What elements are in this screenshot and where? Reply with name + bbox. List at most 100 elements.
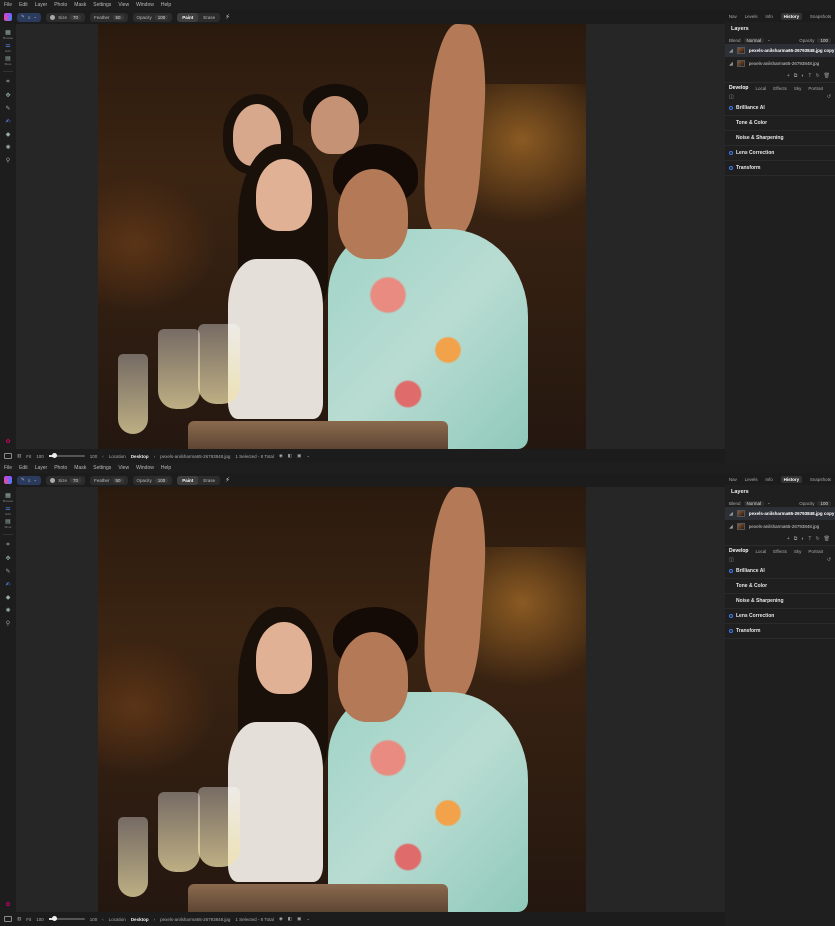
delete-layer-icon[interactable]: 🗑 — [824, 73, 830, 79]
layer-opacity-value[interactable]: 100 — [817, 37, 831, 43]
mask-brush-icon[interactable]: ✍ — [4, 580, 13, 589]
tab-develop[interactable]: Develop — [729, 548, 748, 554]
layer-visibility-icon[interactable]: ◢ — [729, 524, 733, 530]
brush-tool-button[interactable]: ✎ ≡ ⌄ — [17, 12, 42, 22]
feather-value[interactable]: 50 — [112, 14, 124, 20]
location-back-icon[interactable]: ‹ — [102, 454, 104, 459]
filmstrip-icon[interactable]: ▥ — [17, 453, 21, 459]
zoom-icon[interactable]: ⚲ — [4, 619, 13, 628]
blend-mode-select[interactable]: Normal — [743, 500, 765, 506]
menu-edit[interactable]: Edit — [19, 2, 28, 8]
section-tone-color[interactable]: Tone & Color — [725, 116, 835, 131]
section-brilliance-ai[interactable]: Brilliance AI — [725, 564, 835, 579]
rail-browse[interactable]: ▦ Browse — [3, 30, 13, 40]
menu-photo[interactable]: Photo — [54, 2, 67, 8]
tab-develop[interactable]: Develop — [729, 85, 748, 91]
eye-icon[interactable]: ◉ — [279, 916, 283, 922]
section-transform[interactable]: Transform — [725, 161, 835, 176]
rail-more[interactable]: ▤ More — [4, 56, 13, 66]
paint-button[interactable]: Paint — [177, 12, 199, 22]
feather-control[interactable]: Feather 50 — [89, 12, 128, 22]
feather-control[interactable]: Feather 50 — [89, 475, 128, 485]
menu-photo[interactable]: Photo — [54, 465, 67, 471]
menu-layer[interactable]: Layer — [35, 465, 48, 471]
tab-portrait[interactable]: Portrait — [808, 549, 823, 554]
tab-local[interactable]: Local — [755, 549, 766, 554]
layer-item[interactable]: ◢ pexels-anilsharma65-26793848.jpg copy — [725, 44, 835, 57]
zoom-slider[interactable] — [48, 453, 85, 458]
ai-assistant-icon[interactable]: ✿ — [5, 438, 10, 445]
compare-toggle-icon[interactable]: ◫ — [729, 557, 734, 563]
erase-button[interactable]: Erase — [198, 478, 220, 483]
section-lens-correction[interactable]: Lens Correction — [725, 146, 835, 161]
magic-wand-icon[interactable]: ⚡ — [225, 476, 230, 484]
reset-icon[interactable]: ↺ — [827, 557, 831, 563]
tab-levels[interactable]: Levels — [745, 477, 758, 482]
rail-edit[interactable]: ⚌ Edit — [4, 43, 13, 53]
opacity-control[interactable]: Opacity 100 — [132, 475, 173, 485]
fit-value[interactable]: 100 — [36, 917, 44, 922]
layer-visibility-icon[interactable]: ◢ — [729, 48, 733, 54]
tab-sky[interactable]: Sky — [794, 549, 802, 554]
tab-nav[interactable]: Nav — [729, 14, 737, 19]
add-layer-icon[interactable]: + — [787, 536, 790, 542]
layer-visibility-icon[interactable]: ◢ — [729, 511, 733, 517]
menu-edit[interactable]: Edit — [19, 465, 28, 471]
menu-settings[interactable]: Settings — [93, 2, 111, 8]
photo-canvas[interactable] — [98, 487, 586, 912]
tab-levels[interactable]: Levels — [745, 14, 758, 19]
paint-erase-toggle[interactable]: Paint Erase — [177, 475, 221, 485]
compare-toggle-icon[interactable]: ◫ — [729, 94, 734, 100]
panel-toggle-icon[interactable] — [4, 453, 12, 459]
magic-wand-icon[interactable]: ⚡ — [225, 13, 230, 21]
clone-icon[interactable]: ✺ — [4, 143, 13, 152]
eye-icon[interactable]: ◉ — [279, 453, 283, 459]
eraser-icon[interactable]: ◆ — [4, 593, 13, 602]
compare-icon[interactable]: ◧ — [288, 453, 292, 459]
brush-tool-icon[interactable]: ✎ — [4, 567, 13, 576]
size-control[interactable]: Size 70 — [46, 475, 85, 485]
view-mode-icon[interactable]: ▣ — [297, 453, 301, 459]
menu-mask[interactable]: Mask — [74, 2, 86, 8]
opacity-control[interactable]: Opacity 100 — [132, 12, 173, 22]
duplicate-layer-icon[interactable]: ⧉ — [794, 73, 798, 79]
clone-icon[interactable]: ✺ — [4, 606, 13, 615]
text-layer-icon[interactable]: T — [808, 73, 811, 79]
text-layer-icon[interactable]: T — [808, 536, 811, 542]
section-noise-sharpening[interactable]: Noise & Sharpening — [725, 594, 835, 609]
zoom-icon[interactable]: ⚲ — [4, 156, 13, 165]
move-icon[interactable]: ✥ — [4, 91, 13, 100]
mask-layer-icon[interactable]: ◐ — [801, 73, 804, 79]
feather-value[interactable]: 50 — [112, 477, 124, 483]
tab-nav[interactable]: Nav — [729, 477, 737, 482]
section-brilliance-ai[interactable]: Brilliance AI — [725, 101, 835, 116]
location-value[interactable]: Desktop — [131, 917, 149, 922]
menu-help[interactable]: Help — [161, 465, 171, 471]
rail-more[interactable]: ▤ More — [4, 519, 13, 529]
zoom-slider[interactable] — [48, 916, 85, 921]
menu-window[interactable]: Window — [136, 2, 154, 8]
layer-visibility-icon[interactable]: ◢ — [729, 61, 733, 67]
mask-brush-icon[interactable]: ✍ — [4, 117, 13, 126]
photo-canvas[interactable] — [98, 24, 586, 449]
rail-browse[interactable]: ▦ Browse — [3, 493, 13, 503]
brush-tool-button[interactable]: ✎ ≡ ⌄ — [17, 475, 42, 485]
erase-button[interactable]: Erase — [198, 15, 220, 20]
compare-icon[interactable]: ◧ — [288, 916, 292, 922]
section-noise-sharpening[interactable]: Noise & Sharpening — [725, 131, 835, 146]
ai-assistant-icon[interactable]: ✿ — [5, 901, 10, 908]
tab-snapshots[interactable]: Snapshots — [810, 477, 831, 482]
menu-help[interactable]: Help — [161, 2, 171, 8]
tab-portrait[interactable]: Portrait — [808, 86, 823, 91]
section-lens-correction[interactable]: Lens Correction — [725, 609, 835, 624]
tab-effects[interactable]: Effects — [773, 86, 787, 91]
add-layer-icon[interactable]: + — [787, 73, 790, 79]
opacity-value[interactable]: 100 — [154, 14, 169, 20]
rail-edit[interactable]: ⚌ Edit — [4, 506, 13, 516]
eraser-icon[interactable]: ◆ — [4, 130, 13, 139]
opacity-value[interactable]: 100 — [154, 477, 169, 483]
tab-effects[interactable]: Effects — [773, 549, 787, 554]
view-mode-icon[interactable]: ▣ — [297, 916, 301, 922]
chevron-down-icon[interactable]: ⌄ — [306, 916, 310, 922]
mask-layer-icon[interactable]: ◐ — [801, 536, 804, 542]
